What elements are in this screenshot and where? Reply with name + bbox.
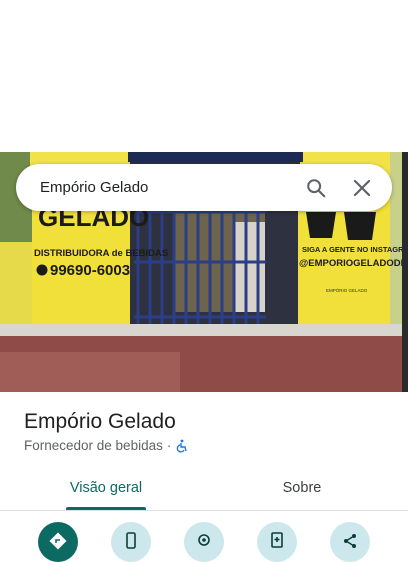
place-category: Fornecedor de bebidas bbox=[24, 438, 163, 453]
scroll-edge bbox=[402, 152, 408, 392]
sign-phone: 99690-6003 bbox=[50, 262, 130, 279]
location-icon bbox=[198, 534, 210, 546]
phone-icon bbox=[126, 532, 136, 549]
tab-bar: Visão geral Sobre bbox=[0, 466, 408, 511]
call-button[interactable] bbox=[111, 522, 151, 562]
share-button[interactable] bbox=[330, 522, 370, 562]
place-info-panel: Empório Gelado Fornecedor de bebidas · V… bbox=[0, 392, 408, 562]
subtitle-separator: · bbox=[166, 438, 172, 453]
sign-instagram-line: SIGA A GENTE NO INSTAGRAM bbox=[302, 245, 404, 254]
directions-button[interactable] bbox=[38, 522, 78, 562]
close-icon[interactable] bbox=[350, 176, 374, 200]
save-button[interactable] bbox=[257, 522, 297, 562]
sign-subtitle: DISTRIBUIDORA de BEBIDAS bbox=[34, 248, 168, 259]
search-bar[interactable]: Empório Gelado bbox=[16, 164, 392, 211]
place-title: Empório Gelado bbox=[24, 410, 176, 433]
place-subtitle: Fornecedor de bebidas · bbox=[24, 438, 189, 453]
search-icon[interactable] bbox=[304, 176, 328, 200]
search-input[interactable]: Empório Gelado bbox=[40, 179, 304, 196]
whatsapp-icon bbox=[36, 264, 48, 276]
action-buttons bbox=[0, 522, 408, 562]
nearby-button[interactable] bbox=[184, 522, 224, 562]
sign-instagram-handle: @EMPORIOGELADODF bbox=[299, 258, 404, 269]
tab-overview[interactable]: Visão geral bbox=[56, 466, 156, 510]
share-icon bbox=[344, 534, 356, 548]
tab-about[interactable]: Sobre bbox=[256, 466, 348, 509]
blank-map-area bbox=[0, 0, 408, 152]
wheelchair-icon bbox=[177, 439, 188, 452]
sign-small-logo: EMPÓRIO GELADO bbox=[326, 287, 368, 293]
directions-icon bbox=[49, 532, 67, 550]
save-icon bbox=[271, 532, 283, 548]
